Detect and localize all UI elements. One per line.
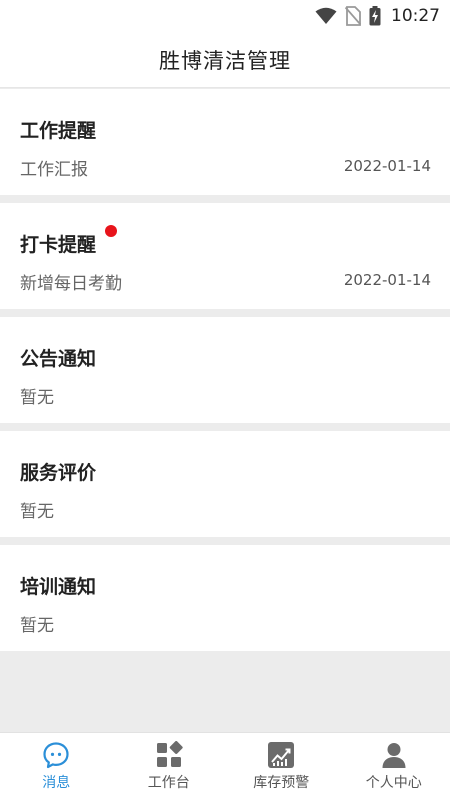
page-title: 胜博清洁管理 bbox=[159, 48, 291, 73]
card-training-notices[interactable]: 培训通知 暂无 bbox=[0, 545, 450, 651]
card-announcements[interactable]: 公告通知 暂无 bbox=[0, 317, 450, 423]
card-subtitle: 新增每日考勤 bbox=[20, 274, 122, 294]
status-icons: 10:27 bbox=[315, 4, 440, 28]
card-service-reviews[interactable]: 服务评价 暂无 bbox=[0, 431, 450, 537]
card-work-reminder[interactable]: 工作提醒 工作汇报 2022-01-14 bbox=[0, 89, 450, 195]
tab-label: 消息 bbox=[42, 775, 71, 791]
card-date: 2022-01-14 bbox=[343, 271, 431, 289]
tab-profile[interactable]: 个人中心 bbox=[338, 733, 450, 800]
card-title: 打卡提醒 bbox=[20, 234, 97, 256]
card-subtitle: 暂无 bbox=[20, 616, 54, 636]
card-date: 2022-01-14 bbox=[343, 157, 431, 175]
card-subtitle: 暂无 bbox=[20, 502, 54, 522]
user-icon bbox=[382, 743, 406, 768]
card-subtitle: 工作汇报 bbox=[20, 160, 88, 180]
tab-label: 库存预警 bbox=[253, 775, 310, 791]
tab-label: 工作台 bbox=[147, 775, 190, 791]
wifi-icon bbox=[315, 7, 337, 24]
status-time: 10:27 bbox=[391, 6, 440, 26]
tab-workbench[interactable]: 工作台 bbox=[113, 733, 226, 800]
tab-stock-alert[interactable]: 库存预警 bbox=[225, 733, 338, 800]
battery-charging-icon bbox=[369, 6, 381, 26]
unread-dot bbox=[105, 225, 117, 237]
no-sim-icon bbox=[345, 6, 361, 26]
stock-chart-icon bbox=[268, 742, 295, 768]
tab-label: 个人中心 bbox=[365, 775, 422, 791]
card-subtitle: 暂无 bbox=[20, 388, 54, 408]
card-title: 培训通知 bbox=[20, 576, 97, 598]
status-bar: 10:27 bbox=[0, 0, 450, 32]
card-clock-in-reminder[interactable]: 打卡提醒 新增每日考勤 2022-01-14 bbox=[0, 203, 450, 309]
bottom-tab-bar: 消息 工作台 库存预警 个人中心 bbox=[0, 732, 450, 800]
chat-bubble-icon bbox=[43, 742, 69, 769]
card-title: 公告通知 bbox=[20, 348, 97, 370]
card-title: 工作提醒 bbox=[20, 120, 97, 142]
app-header: 胜博清洁管理 bbox=[0, 32, 450, 88]
tab-messages[interactable]: 消息 bbox=[0, 733, 113, 800]
workbench-grid-icon bbox=[156, 741, 183, 767]
card-title: 服务评价 bbox=[20, 462, 97, 484]
